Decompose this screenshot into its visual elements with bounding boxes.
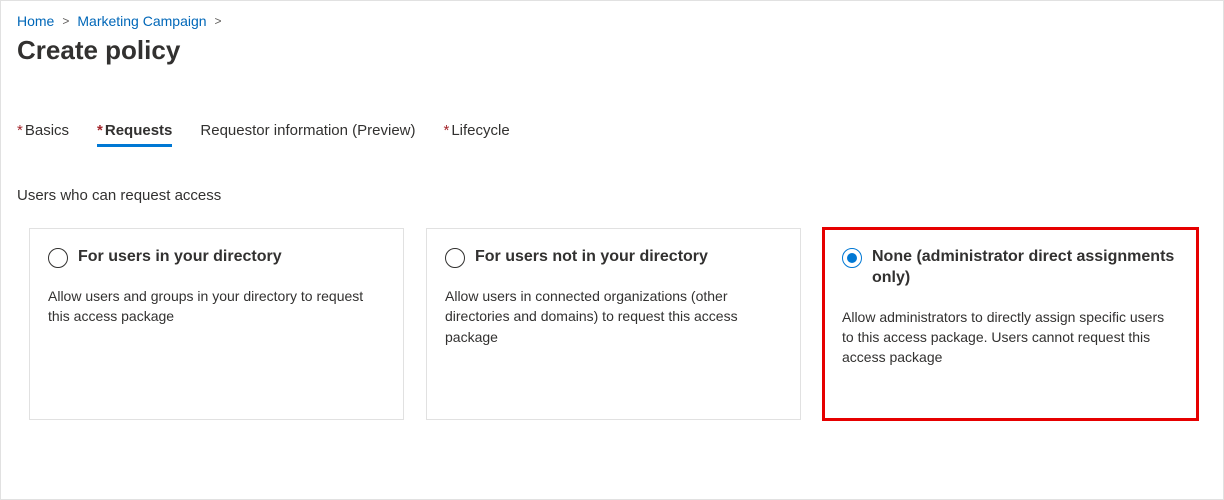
option-card-in-directory[interactable]: For users in your directory Allow users … — [29, 228, 404, 420]
radio-none[interactable] — [842, 248, 862, 268]
option-title: For users in your directory — [78, 247, 282, 268]
chevron-right-icon: > — [215, 14, 222, 28]
tab-label: Requestor information (Preview) — [200, 122, 415, 139]
option-description: Allow users in connected organizations (… — [445, 286, 782, 347]
option-header[interactable]: For users not in your directory — [445, 247, 782, 268]
option-description: Allow administrators to directly assign … — [842, 307, 1179, 368]
tab-basics[interactable]: *Basics — [17, 122, 69, 145]
section-label-users-request: Users who can request access — [17, 187, 1207, 204]
chevron-right-icon: > — [62, 14, 69, 28]
option-title: None (administrator direct assignments o… — [872, 247, 1179, 289]
tab-label: Basics — [25, 122, 69, 139]
tabs: *Basics *Requests Requestor information … — [17, 122, 1207, 145]
tab-label: Lifecycle — [451, 122, 509, 139]
required-asterisk: * — [97, 122, 103, 139]
option-header[interactable]: For users in your directory — [48, 247, 385, 268]
radio-in-directory[interactable] — [48, 248, 68, 268]
option-card-none[interactable]: None (administrator direct assignments o… — [823, 228, 1198, 420]
tab-requests[interactable]: *Requests — [97, 122, 172, 145]
tab-lifecycle[interactable]: *Lifecycle — [444, 122, 510, 145]
option-card-not-in-directory[interactable]: For users not in your directory Allow us… — [426, 228, 801, 420]
tab-requestor-information[interactable]: Requestor information (Preview) — [200, 122, 415, 145]
required-asterisk: * — [17, 122, 23, 139]
breadcrumb: Home > Marketing Campaign > — [17, 13, 1207, 29]
breadcrumb-home[interactable]: Home — [17, 13, 54, 29]
radio-not-in-directory[interactable] — [445, 248, 465, 268]
tab-label: Requests — [105, 122, 173, 139]
option-title: For users not in your directory — [475, 247, 708, 268]
option-description: Allow users and groups in your directory… — [48, 286, 385, 327]
options-row: For users in your directory Allow users … — [17, 228, 1207, 420]
option-header[interactable]: None (administrator direct assignments o… — [842, 247, 1179, 289]
required-asterisk: * — [444, 122, 450, 139]
breadcrumb-marketing-campaign[interactable]: Marketing Campaign — [77, 13, 206, 29]
page-title: Create policy — [17, 35, 1207, 66]
